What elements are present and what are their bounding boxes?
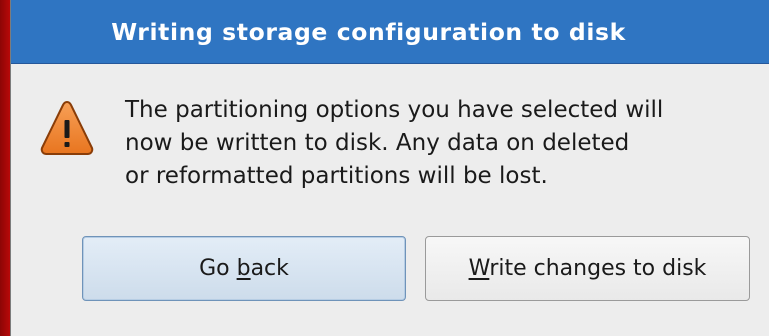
write-changes-label: Write changes to disk — [468, 256, 707, 281]
message-line: now be written to disk. Any data on dele… — [125, 130, 630, 156]
go-back-label: Go back — [199, 256, 289, 281]
message-line: or reformatted partitions will be lost. — [125, 163, 548, 189]
installer-background: Writing storage configuration to disk Th… — [0, 0, 769, 336]
confirmation-dialog: Writing storage configuration to disk Th… — [10, 0, 769, 336]
message-line: The partitioning options you have select… — [125, 97, 664, 123]
write-changes-button[interactable]: Write changes to disk — [425, 236, 750, 301]
dialog-title: Writing storage configuration to disk — [111, 17, 626, 46]
warning-message: The partitioning options you have select… — [125, 94, 765, 193]
warning-triangle-icon — [40, 101, 94, 155]
go-back-button[interactable]: Go back — [82, 236, 406, 301]
dialog-title-bar: Writing storage configuration to disk — [11, 0, 769, 64]
